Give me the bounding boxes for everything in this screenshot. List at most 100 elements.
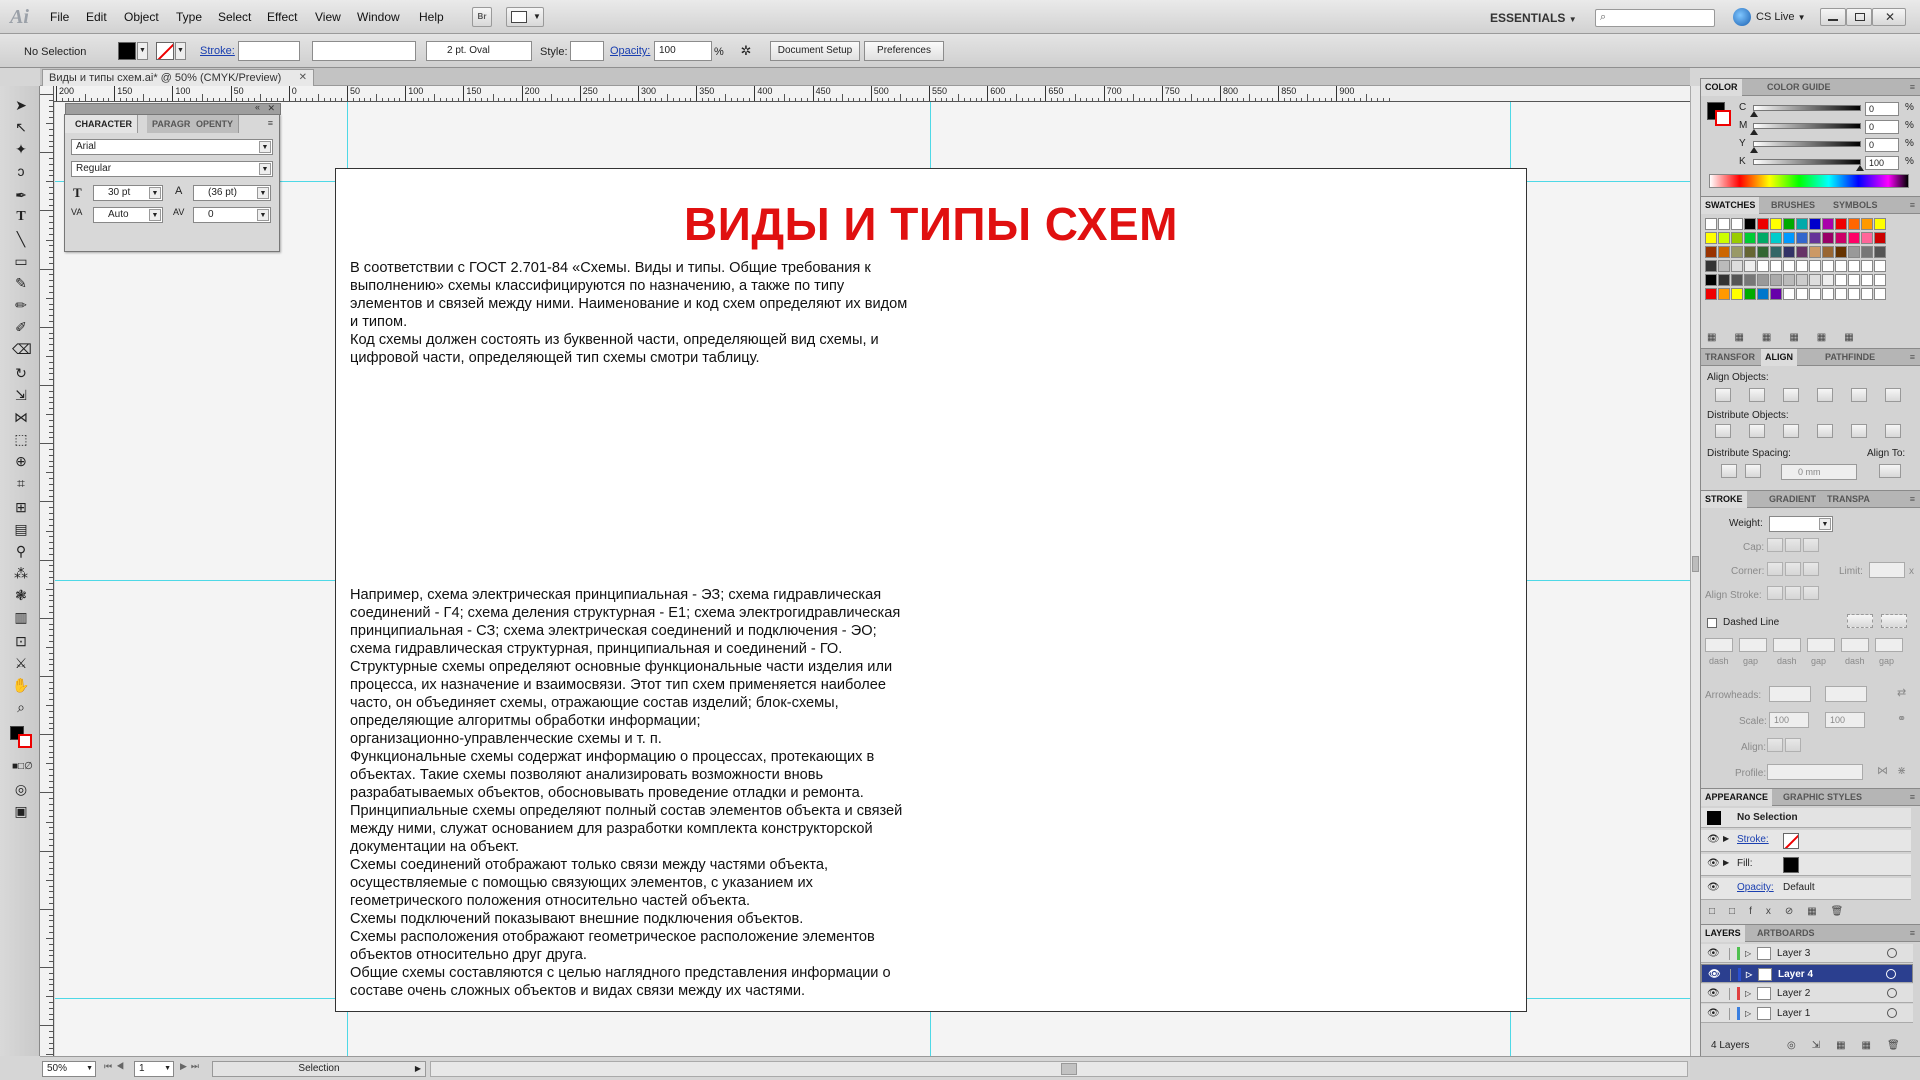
tab-color[interactable]: COLOR <box>1701 79 1742 96</box>
target-circle-icon[interactable] <box>1886 969 1896 979</box>
tab-graphic-styles[interactable]: GRAPHIC STYLES <box>1779 789 1866 806</box>
document-heading[interactable]: ВИДЫ И ТИПЫ СХЕМ <box>336 197 1526 251</box>
align-right-icon[interactable] <box>1783 388 1799 402</box>
color-swatch[interactable] <box>1822 246 1834 258</box>
color-spectrum[interactable] <box>1709 174 1909 188</box>
visibility-eye-icon[interactable]: 👁 <box>1708 965 1721 984</box>
color-swatch[interactable] <box>1783 232 1795 244</box>
color-swatch[interactable] <box>1783 288 1795 300</box>
appearance-target-row[interactable]: No Selection <box>1701 808 1911 828</box>
align-horizontal-center-icon[interactable] <box>1749 388 1765 402</box>
gradient-tool-icon[interactable]: ▤ <box>12 520 30 538</box>
description-text-block[interactable]: Например, схема электрическая принципиал… <box>350 586 940 1000</box>
color-channel-value[interactable]: 0 <box>1865 102 1899 116</box>
tab-transparency[interactable]: TRANSPA <box>1823 491 1874 508</box>
font-style-select[interactable]: Regular ▼ <box>71 161 273 177</box>
visibility-eye-icon[interactable]: 👁 <box>1707 1004 1720 1023</box>
hand-tool-icon[interactable]: ✋ <box>12 676 30 694</box>
color-channel-value[interactable]: 100 <box>1865 156 1899 170</box>
color-swatch[interactable] <box>1705 232 1717 244</box>
start-arrowhead-select[interactable] <box>1769 686 1811 702</box>
arrow-tip-at-end-icon[interactable] <box>1785 738 1801 752</box>
fill-black-swatch[interactable] <box>1783 857 1799 873</box>
color-swatch[interactable] <box>1796 288 1808 300</box>
color-swatch[interactable] <box>1731 218 1743 230</box>
opacity-field[interactable]: 100 <box>654 41 712 61</box>
scale-tool-icon[interactable]: ⇲ <box>12 386 30 404</box>
color-swatch[interactable] <box>1757 260 1769 272</box>
preferences-button[interactable]: Preferences <box>864 41 944 61</box>
color-swatch[interactable] <box>1874 274 1886 286</box>
scrollbar-thumb[interactable] <box>1692 556 1699 572</box>
color-swatch[interactable] <box>1744 260 1756 272</box>
eyedropper-tool-icon[interactable]: ⚲ <box>12 542 30 560</box>
color-swatch[interactable] <box>1731 246 1743 258</box>
align-stroke-inside-icon[interactable] <box>1785 586 1801 600</box>
align-to-selector-icon[interactable] <box>1879 464 1901 478</box>
dash-gap-field[interactable] <box>1841 638 1869 652</box>
tab-character[interactable]: CHARACTER <box>65 115 138 133</box>
minimize-button[interactable] <box>1820 8 1846 26</box>
color-swatch[interactable] <box>1809 260 1821 272</box>
tab-symbols[interactable]: SYMBOLS <box>1829 197 1882 214</box>
blend-tool-icon[interactable]: ⁂ <box>12 564 30 582</box>
slider-handle-icon[interactable] <box>1750 111 1758 117</box>
color-swatch[interactable] <box>1783 260 1795 272</box>
close-button[interactable]: ✕ <box>1872 8 1906 26</box>
color-swatch[interactable] <box>1809 246 1821 258</box>
color-swatch[interactable] <box>1861 246 1873 258</box>
vertical-ruler[interactable] <box>40 86 54 1056</box>
stroke-weight-field[interactable] <box>238 41 300 61</box>
color-swatch[interactable] <box>1835 274 1847 286</box>
color-channel-value[interactable]: 0 <box>1865 138 1899 152</box>
color-swatch[interactable] <box>1744 218 1756 230</box>
color-swatch[interactable] <box>1796 232 1808 244</box>
canvas[interactable]: ВИДЫ И ТИПЫ СХЕМ В соответствии с ГОСТ 2… <box>55 102 1690 1056</box>
color-swatch[interactable] <box>1718 260 1730 272</box>
target-circle-icon[interactable] <box>1887 1008 1897 1018</box>
color-swatch[interactable] <box>1718 274 1730 286</box>
color-swatch[interactable] <box>1757 274 1769 286</box>
color-swatch[interactable] <box>1861 288 1873 300</box>
magic-wand-tool-icon[interactable]: ✦ <box>12 140 30 158</box>
distribute-vertical-center-icon[interactable] <box>1749 424 1765 438</box>
layers-actions-icons[interactable]: ◎⇲▦▦🗑 <box>1787 1040 1916 1051</box>
color-swatch[interactable] <box>1848 260 1860 272</box>
color-channel-slider[interactable] <box>1750 123 1861 135</box>
color-swatch[interactable] <box>1848 288 1860 300</box>
color-swatch[interactable] <box>1848 218 1860 230</box>
stroke-weight-input[interactable]: ▼ <box>1769 516 1833 532</box>
tab-paragraph[interactable]: PARAGR <box>147 115 197 133</box>
layer-row[interactable]: 👁 ▷ Layer 3 <box>1701 944 1913 963</box>
panel-menu-icon[interactable]: ≡ <box>1906 789 1919 806</box>
appearance-opacity-row[interactable]: 👁 Opacity: Default <box>1701 878 1911 900</box>
appearance-opacity-link[interactable]: Opacity: <box>1737 882 1774 893</box>
miter-join-icon[interactable] <box>1767 562 1783 576</box>
panel-menu-icon[interactable]: ≡ <box>1906 925 1919 942</box>
first-artboard-icon[interactable]: ⏮◀ <box>104 1061 128 1072</box>
panel-menu-icon[interactable]: ≡ <box>1906 79 1919 96</box>
bevel-join-icon[interactable] <box>1803 562 1819 576</box>
color-channel-value[interactable]: 0 <box>1865 120 1899 134</box>
tab-gradient[interactable]: GRADIENT <box>1765 491 1820 508</box>
color-swatch[interactable] <box>1757 218 1769 230</box>
lock-toggle[interactable] <box>1729 948 1730 960</box>
color-swatch[interactable] <box>1718 218 1730 230</box>
tab-appearance[interactable]: APPEARANCE <box>1701 789 1773 806</box>
direct-selection-tool-icon[interactable]: ↖ <box>12 118 30 136</box>
shape-builder-tool-icon[interactable]: ⊕ <box>12 452 30 470</box>
color-swatch[interactable] <box>1861 232 1873 244</box>
collapse-panel-icon[interactable]: « <box>255 102 260 112</box>
end-arrowhead-select[interactable] <box>1825 686 1867 702</box>
align-stroke-outside-icon[interactable] <box>1803 586 1819 600</box>
menu-view[interactable]: View <box>315 10 341 24</box>
link-scale-icon[interactable]: ⚭ <box>1897 712 1906 725</box>
tab-stroke[interactable]: STROKE <box>1701 491 1747 508</box>
dash-align-corners-icon[interactable] <box>1881 614 1907 628</box>
lock-toggle[interactable] <box>1729 988 1730 1000</box>
color-swatch[interactable] <box>1770 274 1782 286</box>
slider-handle-icon[interactable] <box>1750 129 1758 135</box>
color-swatch[interactable] <box>1809 232 1821 244</box>
stroke-none-swatch[interactable] <box>1783 833 1799 849</box>
color-swatch[interactable] <box>1796 246 1808 258</box>
